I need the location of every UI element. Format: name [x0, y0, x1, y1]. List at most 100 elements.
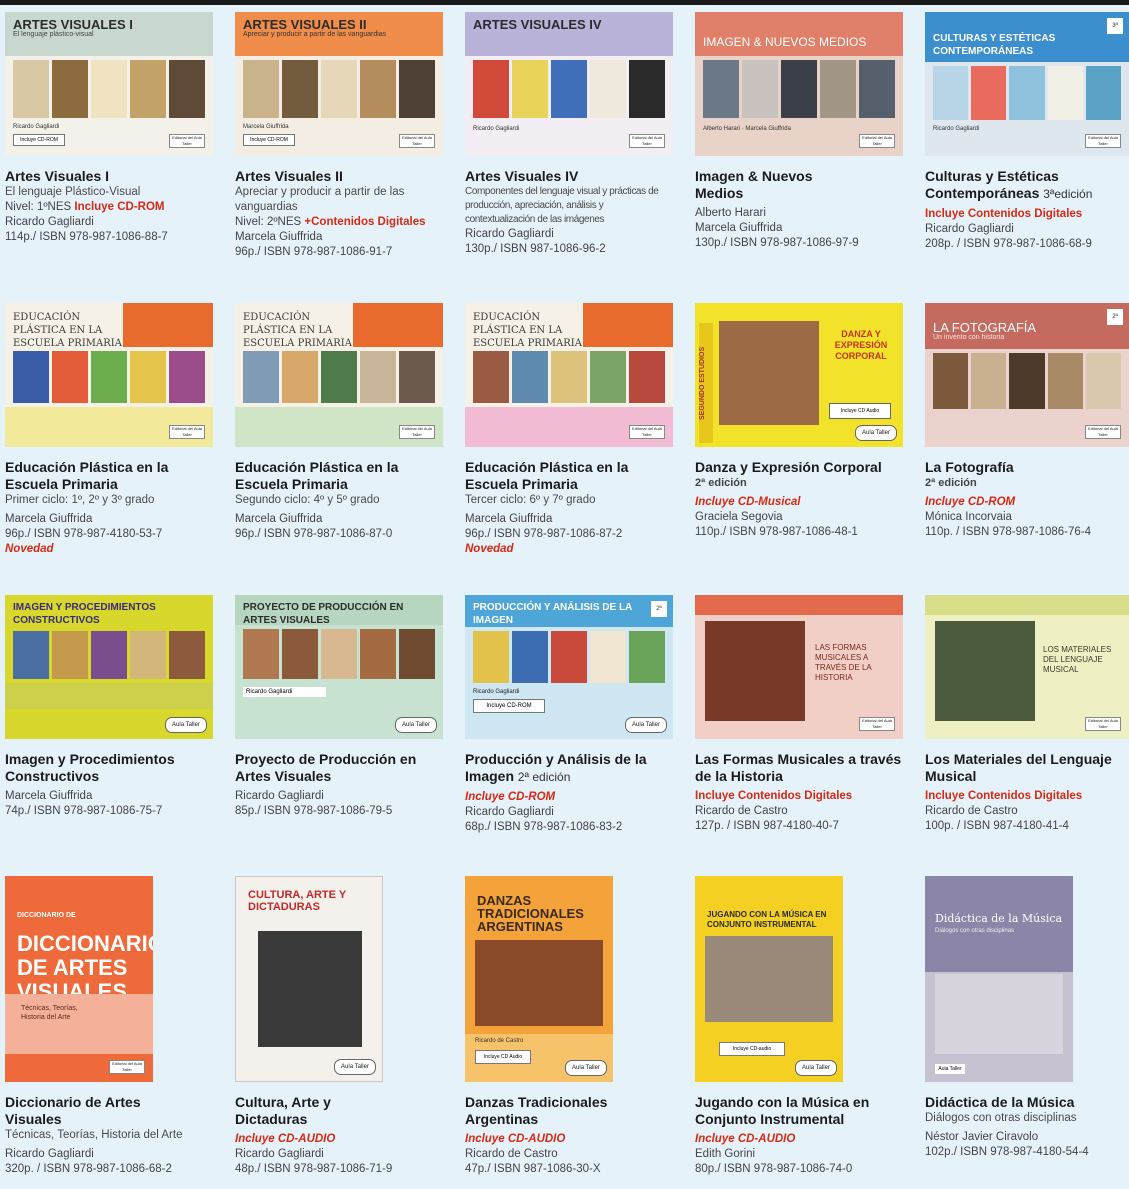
book-isbn: 47p./ ISBN 987-1086-30-X	[465, 1163, 601, 1175]
book-cover[interactable]: PRODUCCIÓN Y ANÁLISIS DE LA IMAGEN 2ª Ri…	[465, 595, 673, 739]
book-card[interactable]: DANZAS TRADICIONALES ARGENTINAS Ricardo …	[465, 876, 675, 1177]
book-level: Nivel: 2ºNES	[235, 216, 302, 228]
book-highlight: Incluye CD-ROM	[74, 201, 165, 213]
book-card[interactable]: ARTES VISUALES IV Ricardo Gagliardi Edit…	[465, 12, 675, 257]
book-card[interactable]: IMAGEN Y PROCEDIMIENTOS CONSTRUCTIVOS Au…	[5, 595, 215, 819]
cover-title: IMAGEN & NUEVOS MEDIOS	[703, 35, 867, 49]
book-highlight: Incluye CD-AUDIO	[235, 1133, 336, 1145]
book-cover[interactable]: EDUCACIÓN PLÁSTICA EN LA ESCUELA PRIMARI…	[465, 303, 673, 447]
cover-title: ARTES VISUALES II	[243, 17, 367, 32]
cover-author: Ricardo Gagliardi	[933, 126, 980, 132]
book-card[interactable]: LA FOTOGRAFÍA Un invento con historia 2ª…	[925, 303, 1129, 540]
book-cover[interactable]: ARTES VISUALES I El lenguaje plástico-vi…	[5, 12, 213, 156]
book-card[interactable]: CULTURA, ARTE Y DICTADURAS Aula Taller C…	[235, 876, 445, 1177]
book-card[interactable]: EDUCACIÓN PLÁSTICA EN LA ESCUELA PRIMARI…	[235, 303, 445, 542]
book-cover[interactable]: DICCIONARIO DE DICCIONARIO DE ARTES VISU…	[5, 876, 153, 1082]
book-isbn: 110p./ ISBN 978-987-1086-48-1	[695, 526, 858, 538]
cover-title: IMAGEN Y PROCEDIMIENTOS CONSTRUCTIVOS	[13, 602, 156, 626]
book-cover[interactable]: DANZAS TRADICIONALES ARGENTINAS Ricardo …	[465, 876, 613, 1082]
book-cover[interactable]: LOS MATERIALES DEL LENGUAJE MUSICAL Edit…	[925, 595, 1129, 739]
cover-author-strip	[5, 683, 213, 709]
cover-title-band: PROYECTO DE PRODUCCIÓN EN ARTES VISUALES	[235, 595, 443, 626]
book-card[interactable]: PRODUCCIÓN Y ANÁLISIS DE LA IMAGEN 2ª Ri…	[465, 595, 675, 835]
book-title: Jugando con la Música en Conjunto Instru…	[695, 1094, 870, 1127]
book-isbn: 130p./ ISBN 987-1086-96-2	[465, 243, 606, 255]
cover-paint-splash	[353, 303, 443, 347]
book-isbn: 96p./ ISBN 978-987-1086-91-7	[235, 246, 393, 258]
book-cover[interactable]: Didáctica de la Música Diálogos con otra…	[925, 876, 1073, 1082]
cover-subtitle: Técnicas, Teorías, Historia del Arte	[21, 1005, 78, 1021]
publisher-logo: Editorial del Aula Taller	[399, 134, 435, 148]
cover-author: Ricardo Gagliardi	[473, 126, 520, 132]
cover-artwork	[243, 60, 435, 118]
book-cover[interactable]: EDUCACIÓN PLÁSTICA EN LA ESCUELA PRIMARI…	[5, 303, 213, 447]
cover-title-band: CULTURAS Y ESTÉTICAS CONTEMPORÁNEAS	[925, 12, 1129, 62]
book-card[interactable]: LOS MATERIALES DEL LENGUAJE MUSICAL Edit…	[925, 595, 1129, 834]
book-info: Culturas y Estéticas Contemporáneas 3ªed…	[925, 168, 1129, 252]
book-title: Los Materiales del Lenguaje Musical	[925, 751, 1112, 784]
book-card[interactable]: PROYECTO DE PRODUCCIÓN EN ARTES VISUALES…	[235, 595, 445, 819]
cover-title: DANZAS TRADICIONALES ARGENTINAS	[477, 893, 584, 934]
book-cover[interactable]: EDUCACIÓN PLÁSTICA EN LA ESCUELA PRIMARI…	[235, 303, 443, 447]
book-card[interactable]: ARTES VISUALES I El lenguaje plástico-vi…	[5, 12, 215, 245]
book-cover[interactable]: PROYECTO DE PRODUCCIÓN EN ARTES VISUALES…	[235, 595, 443, 739]
book-cover[interactable]: CULTURAS Y ESTÉTICAS CONTEMPORÁNEAS 3ª R…	[925, 12, 1129, 156]
top-bar	[0, 0, 1129, 5]
book-card[interactable]: LAS FORMAS MUSICALES A TRAVÉS DE LA HIST…	[695, 595, 905, 834]
book-author: Marcela Giuffrida	[465, 513, 553, 525]
cover-author: Ricardo Gagliardi	[243, 687, 326, 697]
book-cover[interactable]: LAS FORMAS MUSICALES A TRAVÉS DE LA HIST…	[695, 595, 903, 739]
book-info: Artes Visuales IV Componentes del lengua…	[465, 168, 675, 257]
cover-subtitle: Apreciar y producir a partir de las vang…	[243, 31, 387, 38]
book-card[interactable]: JUGANDO CON LA MÚSICA EN CONJUNTO INSTRU…	[695, 876, 905, 1177]
book-card[interactable]: SEGUNDO ESTUDIOS DANZA Y EXPRESIÓN CORPO…	[695, 303, 905, 540]
book-title: Educación Plástica en la Escuela Primari…	[465, 459, 629, 492]
book-edition: 3ªedición	[1043, 187, 1093, 201]
cover-title: CULTURA, ARTE Y DICTADURAS	[248, 889, 346, 913]
book-author: Ricardo Gagliardi	[235, 790, 324, 802]
cover-illustration	[258, 931, 362, 1047]
book-cover[interactable]: LA FOTOGRAFÍA Un invento con historia 2ª…	[925, 303, 1129, 447]
book-cover[interactable]: CULTURA, ARTE Y DICTADURAS Aula Taller	[235, 876, 383, 1082]
book-author: Néstor Javier Ciravolo	[925, 1131, 1039, 1143]
book-author: Ricardo Gagliardi	[5, 1148, 94, 1160]
cover-artwork	[243, 351, 435, 403]
cover-title-band: PRODUCCIÓN Y ANÁLISIS DE LA IMAGEN	[465, 595, 673, 627]
book-card[interactable]: Didáctica de la Música Diálogos con otra…	[925, 876, 1129, 1160]
book-level-line: Nivel: 1ºNES Incluye CD-ROM	[5, 200, 215, 215]
book-card[interactable]: DICCIONARIO DE DICCIONARIO DE ARTES VISU…	[5, 876, 215, 1177]
cover-title-band: LA FOTOGRAFÍA Un invento con historia	[925, 303, 1129, 349]
book-cover[interactable]: IMAGEN Y PROCEDIMIENTOS CONSTRUCTIVOS Au…	[5, 595, 213, 739]
book-cover[interactable]: ARTES VISUALES IV Ricardo Gagliardi Edit…	[465, 12, 673, 156]
cover-title: LA FOTOGRAFÍA	[933, 320, 1037, 335]
novelty-label: Novedad	[465, 543, 514, 555]
book-card[interactable]: IMAGEN & NUEVOS MEDIOS Alberto Harari · …	[695, 12, 905, 251]
book-title: La Fotografía	[925, 459, 1014, 475]
cover-top-band	[695, 595, 903, 615]
book-cover[interactable]: JUGANDO CON LA MÚSICA EN CONJUNTO INSTRU…	[695, 876, 843, 1082]
cover-sheet-music	[935, 974, 1063, 1054]
book-info: Producción y Análisis de la Imagen 2ª ed…	[465, 751, 675, 835]
cover-painting	[935, 621, 1035, 721]
book-card[interactable]: EDUCACIÓN PLÁSTICA EN LA ESCUELA PRIMARI…	[465, 303, 675, 557]
book-author-2: Marcela Giuffrida	[695, 222, 783, 234]
edition-badge: 2ª	[651, 601, 667, 617]
book-card[interactable]: EDUCACIÓN PLÁSTICA EN LA ESCUELA PRIMARI…	[5, 303, 215, 557]
publisher-logo: Editorial del Aula Taller	[1085, 425, 1121, 439]
book-author: Ricardo de Castro	[925, 805, 1018, 817]
publisher-logo: Editorial del Aula Taller	[1085, 717, 1121, 731]
book-isbn: 100p. / ISBN 987-4180-41-4	[925, 820, 1069, 832]
book-cover[interactable]: IMAGEN & NUEVOS MEDIOS Alberto Harari · …	[695, 12, 903, 156]
publisher-logo: Aula Taller	[625, 717, 667, 733]
cover-title: EDUCACIÓN PLÁSTICA EN LA ESCUELA PRIMARI…	[473, 312, 582, 349]
book-level-line: Nivel: 2ºNES +Contenidos Digitales	[235, 215, 445, 230]
book-cover[interactable]: ARTES VISUALES II Apreciar y producir a …	[235, 12, 443, 156]
cover-artwork	[703, 60, 895, 118]
cover-title: PROYECTO DE PRODUCCIÓN EN ARTES VISUALES	[243, 602, 404, 626]
book-title: Artes Visuales II	[235, 168, 343, 184]
book-card[interactable]: ARTES VISUALES II Apreciar y producir a …	[235, 12, 445, 260]
book-card[interactable]: CULTURAS Y ESTÉTICAS CONTEMPORÁNEAS 3ª R…	[925, 12, 1129, 252]
book-cover[interactable]: SEGUNDO ESTUDIOS DANZA Y EXPRESIÓN CORPO…	[695, 303, 903, 447]
cover-photo	[705, 936, 833, 1022]
cover-artwork	[243, 629, 435, 679]
